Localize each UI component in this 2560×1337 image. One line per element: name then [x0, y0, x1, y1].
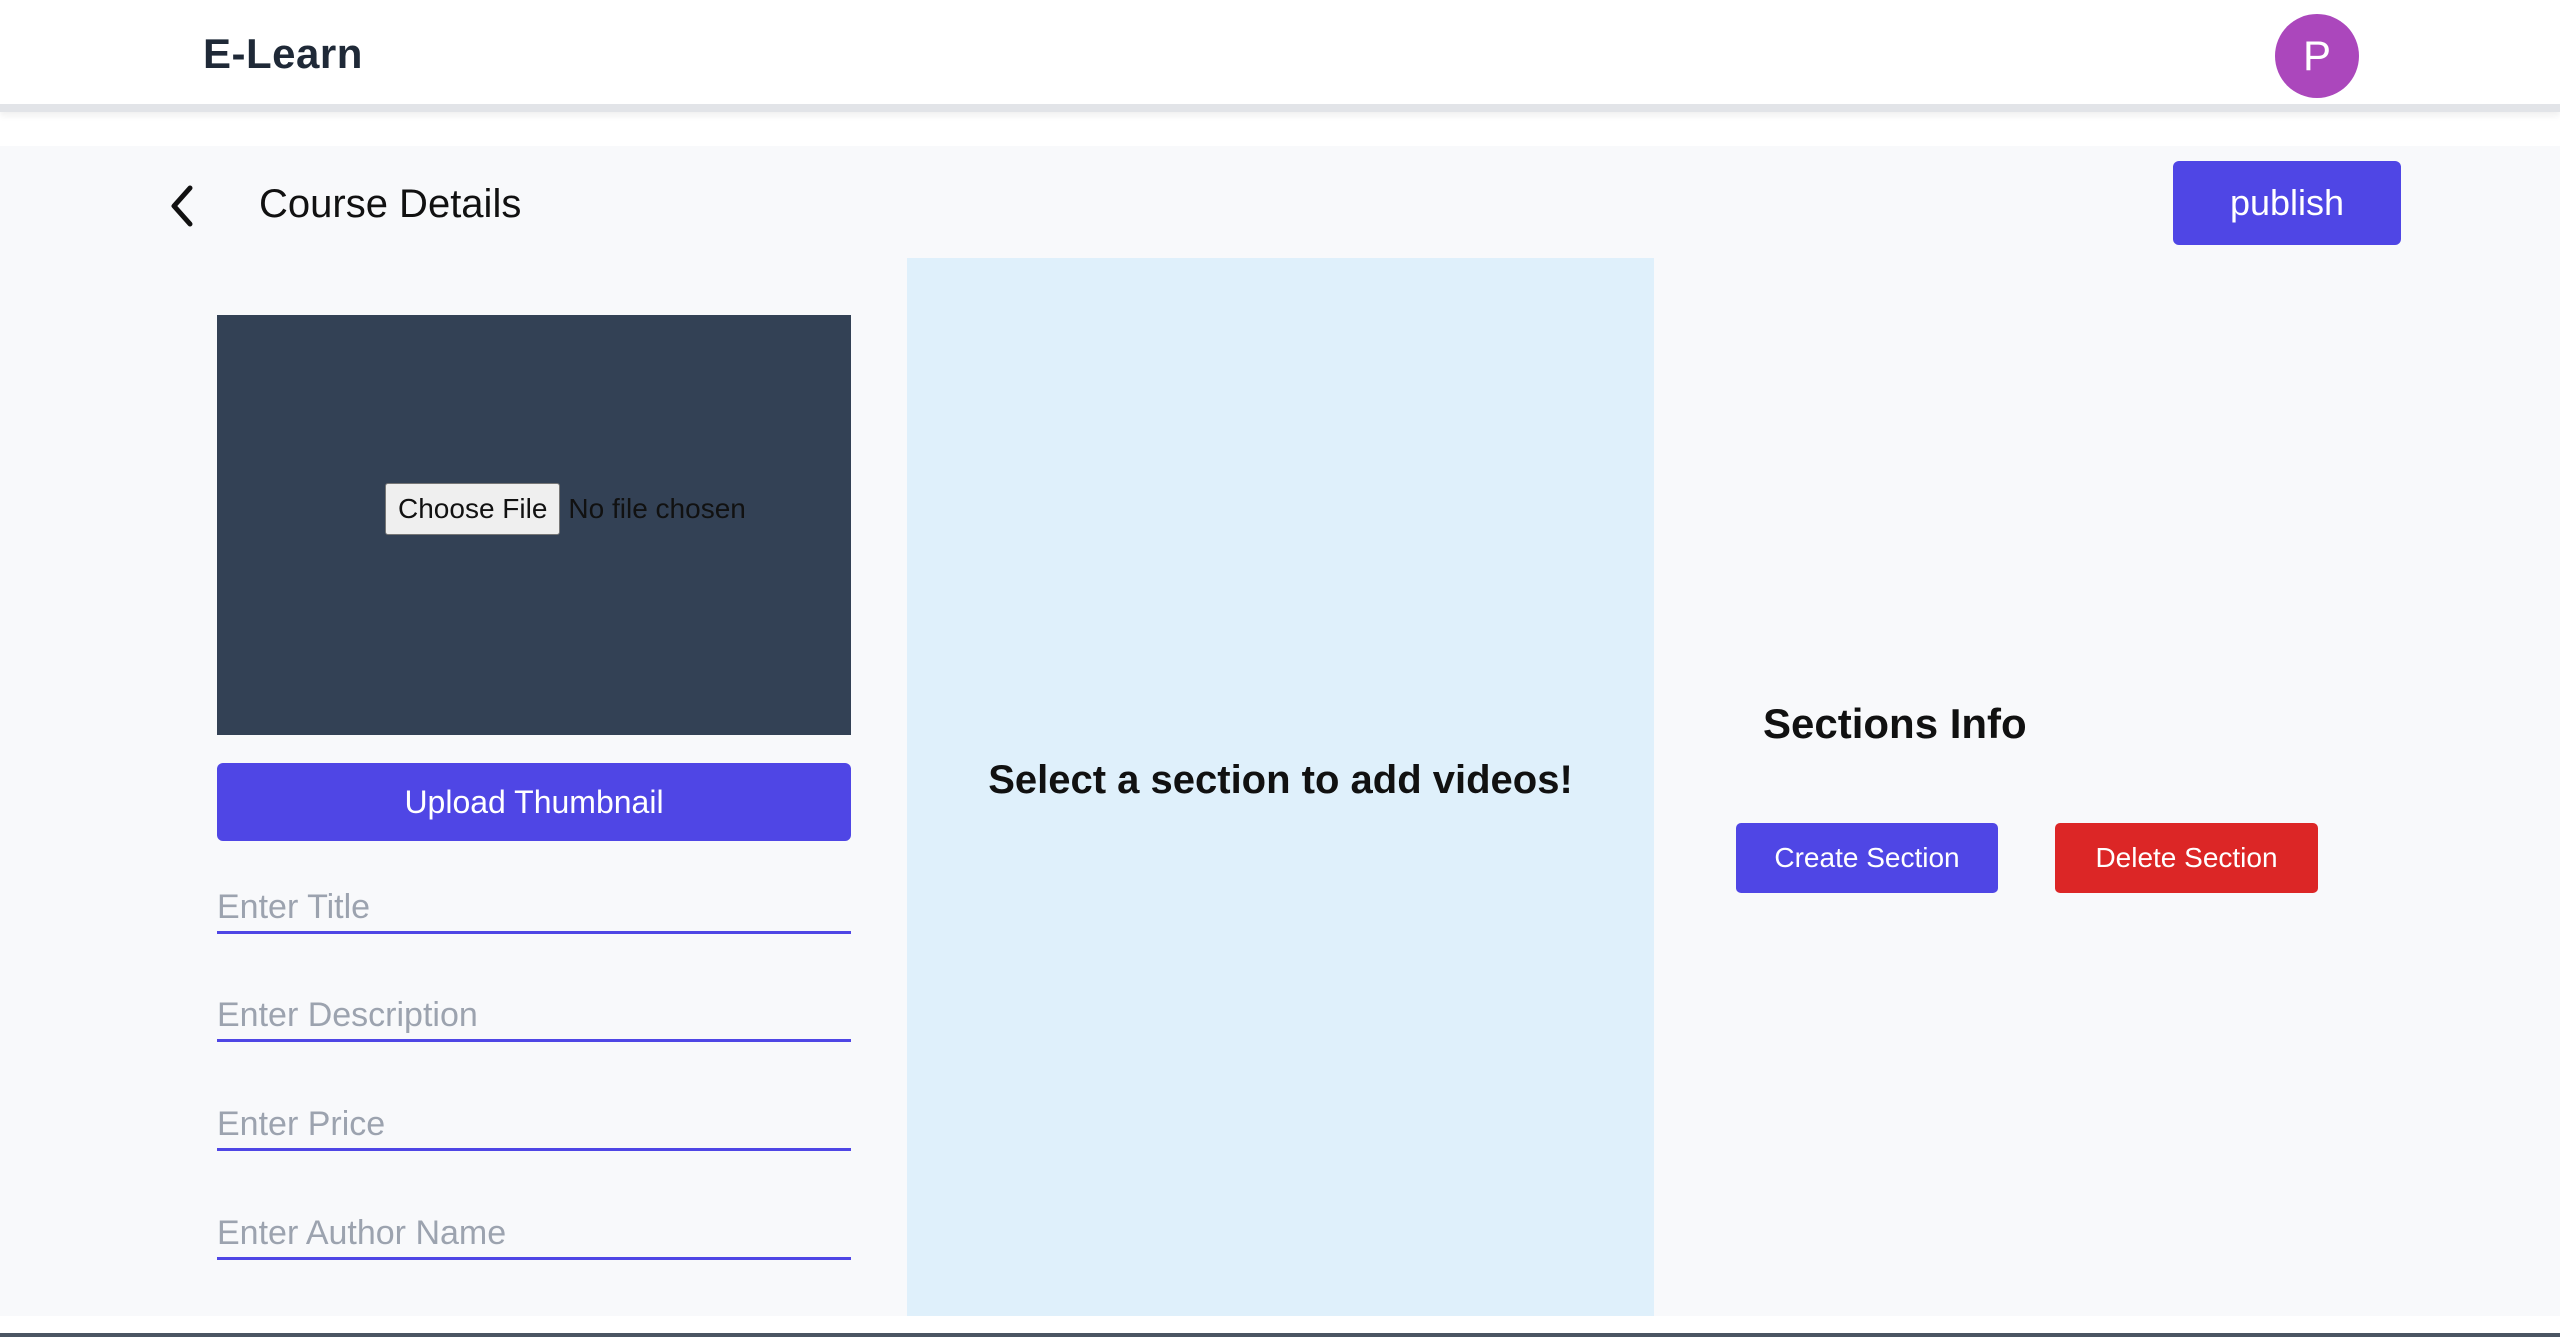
user-avatar[interactable]: P	[2275, 14, 2359, 98]
sections-info-title: Sections Info	[1763, 700, 2027, 747]
publish-button[interactable]: publish	[2173, 161, 2401, 245]
top-navbar: E-Learn P	[0, 0, 2560, 112]
price-input[interactable]	[217, 1101, 851, 1151]
upload-thumbnail-button[interactable]: Upload Thumbnail	[217, 763, 851, 841]
description-input[interactable]	[217, 992, 851, 1042]
videos-panel: Select a section to add videos!	[907, 258, 1654, 1316]
title-input[interactable]	[217, 884, 851, 934]
author-input[interactable]	[217, 1210, 851, 1260]
create-section-button[interactable]: Create Section	[1736, 823, 1998, 893]
delete-section-button[interactable]: Delete Section	[2055, 823, 2318, 893]
back-button[interactable]	[160, 178, 204, 234]
page-title: Course Details	[259, 182, 522, 226]
bottom-divider	[0, 1333, 2560, 1337]
brand-logo[interactable]: E-Learn	[203, 30, 363, 78]
choose-file-button[interactable]: Choose File	[385, 483, 561, 535]
file-status-text: No file chosen	[568, 493, 746, 524]
file-input[interactable]: Choose File No file chosen	[385, 483, 746, 535]
chevron-left-icon	[171, 185, 193, 227]
videos-empty-message: Select a section to add videos!	[988, 758, 1573, 802]
